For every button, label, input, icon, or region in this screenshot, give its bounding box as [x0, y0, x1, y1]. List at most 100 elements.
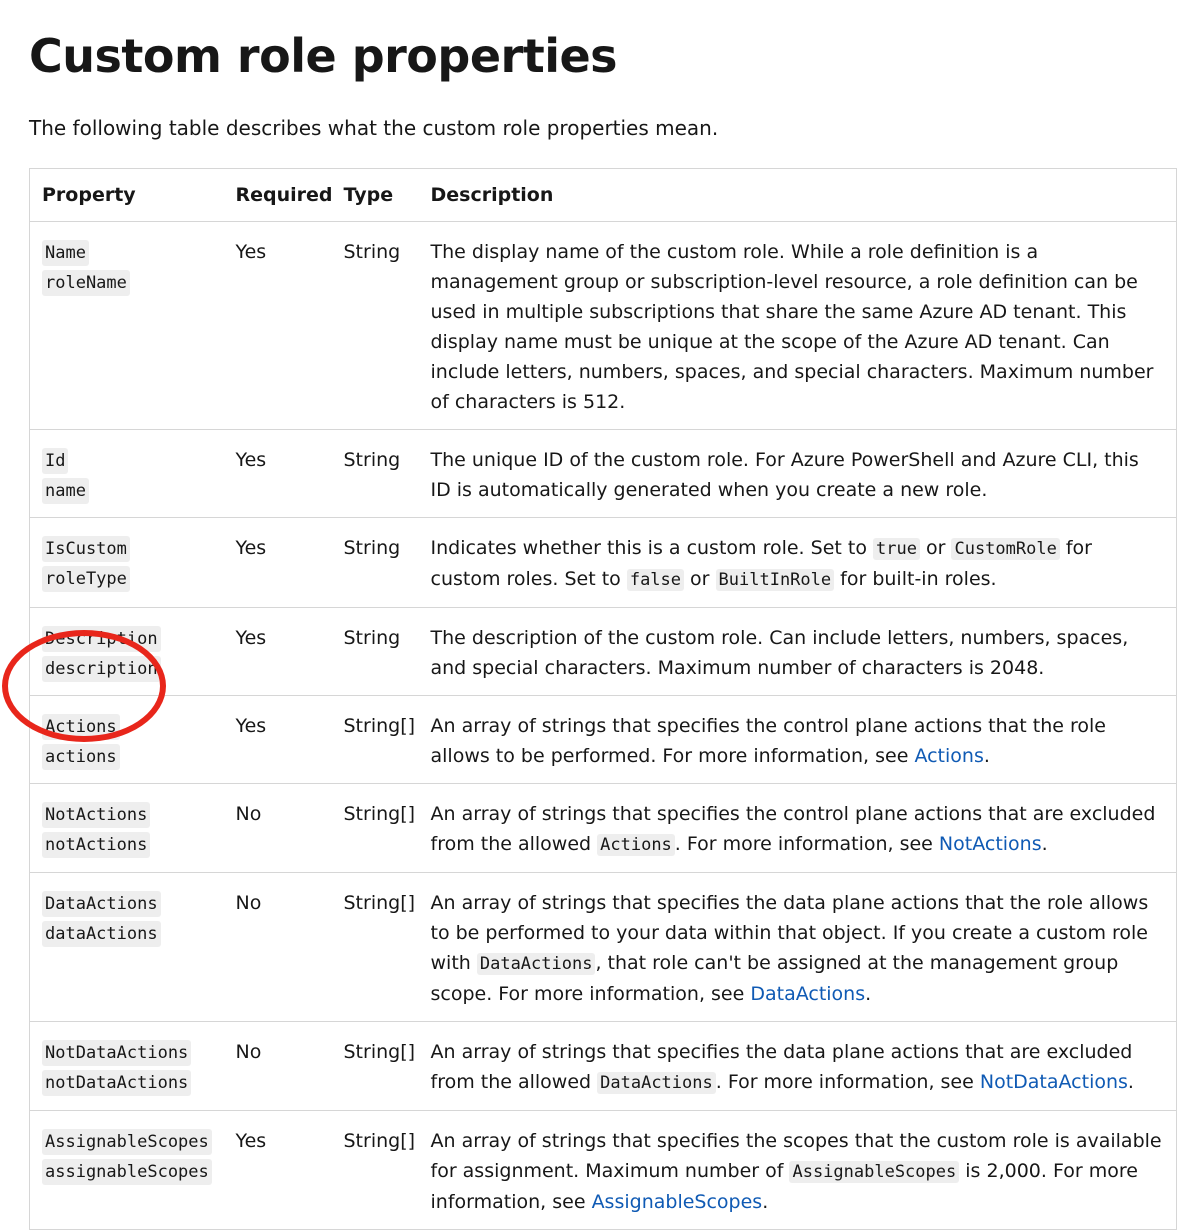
property-name-line: Actions — [42, 711, 212, 741]
table-row: IsCustom roleType Yes String Indicates wheth… — [29, 517, 1177, 608]
description-text: An array of strings that specifies the c… — [430, 715, 1107, 767]
doc-link[interactable]: DataActions — [750, 983, 865, 1005]
property-json-name: notDataActions — [42, 1070, 192, 1096]
property-name-line: NotDataActions — [42, 1037, 212, 1067]
property-display-name: AssignableScopes — [42, 1129, 212, 1155]
property-cell: DataActions dataActions — [29, 872, 224, 1022]
property-display-name: DataActions — [42, 891, 161, 917]
type-cell: String — [331, 429, 419, 518]
table-row: NotDataActions notDataActions No String[] An… — [29, 1021, 1177, 1111]
required-cell: No — [223, 872, 332, 1022]
description-cell: An array of strings that specifies the c… — [418, 783, 1177, 873]
inline-code: DataActions — [476, 953, 596, 975]
table-row: Name roleName Yes String The display name of… — [29, 221, 1177, 430]
properties-table: Property Required Type Description Name r… — [29, 168, 1177, 1230]
description-text: . — [865, 983, 872, 1005]
table-row: Id name Yes String The unique ID of the cust… — [29, 429, 1177, 518]
table-row: AssignableScopes assignableScopes Yes Strin… — [29, 1110, 1177, 1230]
required-cell: Yes — [223, 1110, 332, 1230]
property-json-name: notActions — [42, 832, 151, 858]
type-cell: String — [331, 607, 419, 696]
property-cell: Name roleName — [29, 221, 224, 430]
description-text: . For more information, see — [674, 833, 939, 855]
type-cell: String[] — [331, 872, 419, 1022]
property-name-line: dataActions — [42, 918, 212, 948]
required-cell: No — [223, 783, 332, 873]
property-name-line: notActions — [42, 829, 212, 859]
inline-code: true — [873, 538, 920, 560]
required-cell: Yes — [223, 695, 332, 784]
required-cell: Yes — [223, 607, 332, 696]
property-name-line: actions — [42, 741, 212, 771]
table-row: Description description Yes String The descr… — [29, 607, 1177, 696]
property-name-line: DataActions — [42, 888, 212, 918]
table-row: Actions actions Yes String[] An array of str… — [29, 695, 1177, 784]
inline-code: DataActions — [597, 1072, 716, 1094]
property-display-name: Description — [42, 626, 161, 652]
type-cell: String[] — [331, 1110, 419, 1230]
description-text: The unique ID of the custom role. For Az… — [430, 449, 1139, 501]
property-cell: Id name — [29, 429, 224, 518]
type-cell: String[] — [331, 783, 419, 873]
type-cell: String — [331, 221, 419, 430]
description-text: Indicates whether this is a custom role.… — [430, 537, 873, 559]
inline-code: Actions — [597, 834, 675, 856]
header-description: Description — [418, 168, 1177, 222]
property-cell: AssignableScopes assignableScopes — [29, 1110, 224, 1230]
description-text: . — [1041, 833, 1048, 855]
property-name-line: roleName — [42, 267, 212, 297]
inline-code: false — [626, 569, 685, 591]
doc-link[interactable]: AssignableScopes — [592, 1191, 763, 1213]
description-text: . For more information, see — [715, 1071, 980, 1093]
description-cell: The display name of the custom role. Whi… — [418, 221, 1177, 430]
property-display-name: NotDataActions — [42, 1040, 192, 1066]
property-name-line: AssignableScopes — [42, 1126, 212, 1156]
description-text: . — [1127, 1071, 1134, 1093]
description-text: or — [684, 568, 716, 590]
description-cell: The unique ID of the custom role. For Az… — [418, 429, 1177, 518]
table-header: Property Required Type Description — [29, 168, 1177, 222]
doc-link[interactable]: NotDataActions — [980, 1071, 1128, 1093]
inline-code: BuiltInRole — [715, 569, 835, 591]
property-json-name: name — [42, 478, 89, 504]
header-type: Type — [331, 168, 419, 222]
property-name-line: NotActions — [42, 799, 212, 829]
property-json-name: description — [42, 656, 161, 682]
description-text: or — [919, 537, 952, 559]
property-json-name: roleName — [42, 270, 130, 296]
property-name-line: roleType — [42, 563, 212, 593]
table-row: DataActions dataActions No String[] An array… — [29, 872, 1177, 1022]
required-cell: Yes — [223, 221, 332, 430]
description-text: for built-in roles. — [834, 568, 997, 590]
property-name-line: Name — [42, 237, 212, 267]
intro-paragraph: The following table describes what the c… — [29, 116, 719, 140]
inline-code: AssignableScopes — [789, 1161, 960, 1183]
table-body: Name roleName Yes String The display name of… — [29, 221, 1177, 1230]
description-cell: An array of strings that specifies the s… — [418, 1110, 1177, 1230]
property-display-name: Id — [42, 448, 69, 474]
property-json-name: dataActions — [42, 921, 161, 947]
property-display-name: NotActions — [42, 802, 151, 828]
property-display-name: Actions — [42, 714, 120, 740]
property-display-name: IsCustom — [42, 536, 130, 562]
property-json-name: actions — [42, 744, 120, 770]
doc-link[interactable]: NotActions — [939, 833, 1042, 855]
property-cell: NotActions notActions — [29, 783, 224, 873]
description-cell: An array of strings that specifies the d… — [418, 872, 1177, 1022]
property-cell: IsCustom roleType — [29, 517, 224, 608]
property-cell: Description description — [29, 607, 224, 696]
required-cell: Yes — [223, 429, 332, 518]
description-cell: The description of the custom role. Can … — [418, 607, 1177, 696]
property-name-line: name — [42, 475, 212, 505]
table-row: NotActions notActions No String[] An array o… — [29, 783, 1177, 873]
doc-link[interactable]: Actions — [914, 745, 983, 767]
header-property: Property — [29, 168, 224, 222]
property-name-line: notDataActions — [42, 1067, 212, 1097]
description-text: The display name of the custom role. Whi… — [430, 241, 1154, 413]
page-title: Custom role properties — [29, 29, 618, 83]
description-cell: An array of strings that specifies the d… — [418, 1021, 1177, 1111]
header-row: Property Required Type Description — [29, 168, 1177, 222]
inline-code: CustomRole — [951, 538, 1060, 560]
property-name-line: Description — [42, 623, 212, 653]
property-cell: Actions actions — [29, 695, 224, 784]
